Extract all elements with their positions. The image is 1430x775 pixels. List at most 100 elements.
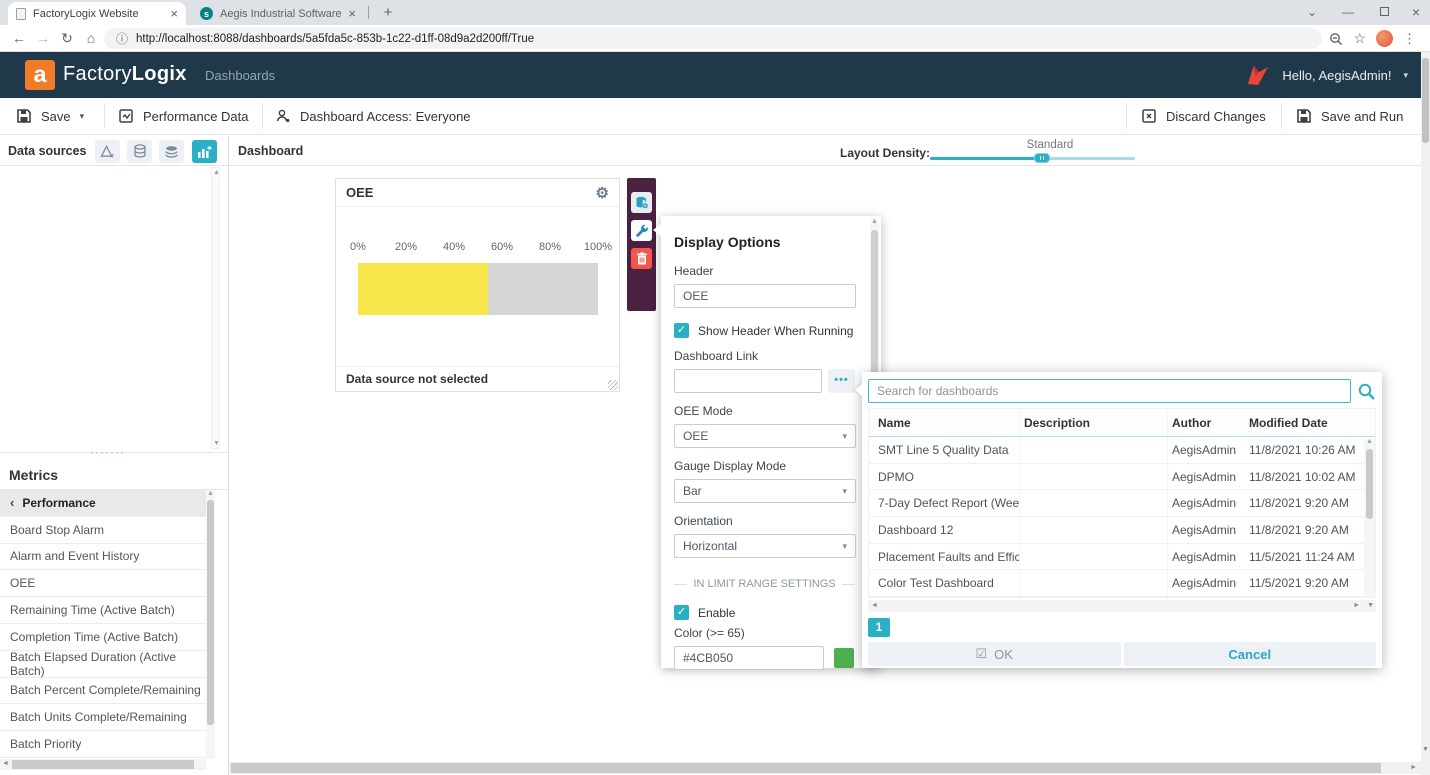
checkbox-checked-icon[interactable]: ✓ <box>674 323 689 338</box>
orientation-select[interactable]: Horizontal ▾ <box>674 534 856 558</box>
color-swatch[interactable] <box>834 648 854 668</box>
metric-item[interactable]: Batch Elapsed Duration (Active Batch) <box>0 651 206 678</box>
display-options-button[interactable] <box>631 220 652 241</box>
discard-changes-button[interactable]: Discard Changes <box>1141 98 1266 134</box>
scroll-thumb[interactable] <box>1422 58 1429 143</box>
metric-item[interactable]: Remaining Time (Active Batch) <box>0 597 206 624</box>
search-icon[interactable] <box>1357 382 1376 401</box>
browser-menu-icon[interactable]: ⋮ <box>1403 31 1416 47</box>
page-vertical-scrollbar[interactable]: ▼ <box>1421 52 1430 775</box>
scroll-thumb[interactable] <box>207 500 214 725</box>
metric-item[interactable]: Completion Time (Active Batch) <box>0 624 206 651</box>
table-row[interactable]: 7-Day Defect Report (Week en AegisAdmin … <box>869 490 1375 517</box>
scroll-right-icon[interactable]: ► <box>1410 764 1417 771</box>
scroll-left-icon[interactable]: ◄ <box>2 760 9 767</box>
forward-icon[interactable]: → <box>32 28 54 50</box>
page-horizontal-scrollbar[interactable]: ► <box>229 762 1421 774</box>
scroll-up-icon[interactable]: ▲ <box>871 218 878 225</box>
show-header-checkbox-row[interactable]: ✓ Show Header When Running <box>674 323 855 338</box>
metrics-scrollbar[interactable]: ▲ <box>206 490 215 759</box>
table-row[interactable]: SMT Line 5 Quality Data AegisAdmin 11/8/… <box>869 437 1375 464</box>
back-icon[interactable]: ← <box>8 28 30 50</box>
data-source-settings-button[interactable] <box>631 192 652 213</box>
dataset-source-button[interactable] <box>159 140 184 163</box>
window-minimize-button[interactable]: — <box>1330 0 1366 25</box>
scroll-down-icon[interactable]: ▼ <box>1367 602 1374 609</box>
color-input[interactable] <box>674 646 824 670</box>
pagination-page-1[interactable]: 1 <box>868 618 890 637</box>
address-input[interactable]: ⓘ http://localhost:8088/dashboards/5a5fd… <box>104 28 1322 49</box>
column-header-name[interactable]: Name <box>869 416 1019 430</box>
column-header-author[interactable]: Author <box>1167 409 1245 436</box>
dashboard-access-button[interactable]: Dashboard Access: Everyone <box>275 98 471 134</box>
scroll-down-icon[interactable]: ▼ <box>213 440 220 447</box>
save-button[interactable]: Save ▾ <box>16 98 84 134</box>
tab-close-icon[interactable]: × <box>348 6 356 21</box>
scroll-thumb[interactable] <box>12 760 194 769</box>
checkbox-checked-icon[interactable]: ✓ <box>674 605 689 620</box>
table-row[interactable]: Dashboard 12 AegisAdmin 11/8/2021 9:20 A… <box>869 517 1375 544</box>
new-tab-button[interactable]: + <box>378 3 398 23</box>
add-chart-button[interactable] <box>192 140 217 163</box>
sidebar-horizontal-scrollbar[interactable]: ◄ <box>0 759 206 770</box>
table-vertical-scrollbar[interactable]: ▲ <box>1364 439 1375 597</box>
header-input[interactable] <box>674 284 856 308</box>
oee-widget[interactable]: OEE ⚙ 0% 20% 40% 60% 80% 100% Data sourc… <box>335 178 620 392</box>
scroll-thumb[interactable] <box>231 763 1381 773</box>
scroll-down-icon[interactable]: ▼ <box>1422 746 1429 753</box>
scroll-up-icon[interactable]: ▲ <box>207 490 214 497</box>
home-icon[interactable]: ⌂ <box>80 28 102 50</box>
scroll-left-icon[interactable]: ◄ <box>871 602 878 609</box>
tab-aegis-sharepoint[interactable]: s Aegis Industrial Software Team S × <box>192 2 364 25</box>
scroll-up-icon[interactable]: ▲ <box>213 169 220 176</box>
dashboard-search-input[interactable] <box>868 379 1351 403</box>
oee-mode-select[interactable]: OEE ▾ <box>674 424 856 448</box>
performance-data-button[interactable]: Performance Data <box>118 98 249 134</box>
table-row[interactable]: Color Test Dashboard AegisAdmin 11/5/202… <box>869 570 1375 597</box>
database-source-button[interactable] <box>127 140 152 163</box>
user-greeting[interactable]: Hello, AegisAdmin! <box>1282 68 1391 83</box>
browse-dashboards-button[interactable]: ••• <box>828 369 855 393</box>
metric-item[interactable]: OEE <box>0 570 206 597</box>
widget-resize-handle[interactable] <box>608 380 618 390</box>
table-row[interactable]: Placement Faults and Efficien AegisAdmin… <box>869 544 1375 571</box>
window-dropdown-icon[interactable]: ⌄ <box>1294 0 1330 25</box>
tab-separator <box>368 6 369 19</box>
metrics-category-performance[interactable]: ‹Performance <box>0 490 206 517</box>
cancel-button[interactable]: Cancel <box>1124 642 1377 666</box>
dashboard-link-input[interactable] <box>674 369 822 393</box>
bookmark-star-icon[interactable]: ☆ <box>1353 30 1366 47</box>
save-and-run-button[interactable]: Save and Run <box>1296 98 1403 134</box>
data-sources-scrollbar[interactable]: ▲▼ <box>211 167 220 449</box>
tab-close-icon[interactable]: × <box>170 6 178 21</box>
table-horizontal-scrollbar[interactable]: ◄ ► ▼ <box>868 600 1376 612</box>
zoom-out-icon[interactable] <box>1329 32 1343 46</box>
scroll-thumb[interactable] <box>1366 449 1373 519</box>
metric-item[interactable]: Alarm and Event History <box>0 544 206 571</box>
nav-dashboards[interactable]: Dashboards <box>205 68 275 83</box>
metric-item[interactable]: Board Stop Alarm <box>0 517 206 544</box>
column-header-modified[interactable]: Modified Date <box>1245 416 1365 430</box>
metric-item[interactable]: Batch Priority <box>0 731 206 758</box>
metric-item[interactable]: Batch Units Complete/Remaining <box>0 704 206 731</box>
alarm-source-button[interactable] <box>95 140 120 163</box>
widget-gear-icon[interactable]: ⚙ <box>596 184 609 202</box>
window-close-button[interactable]: × <box>1398 0 1430 25</box>
enable-checkbox-row[interactable]: ✓ Enable <box>674 605 855 620</box>
sidebar-splitter-handle[interactable] <box>0 452 228 461</box>
window-restore-button[interactable] <box>1366 0 1402 25</box>
gauge-display-mode-select[interactable]: Bar ▾ <box>674 479 856 503</box>
column-header-description[interactable]: Description <box>1019 409 1167 436</box>
delete-widget-button[interactable] <box>631 248 652 269</box>
site-info-icon[interactable]: ⓘ <box>116 30 128 47</box>
ok-button[interactable]: ☑ OK <box>868 642 1121 666</box>
table-row[interactable]: DPMO AegisAdmin 11/8/2021 10:02 AM <box>869 464 1375 491</box>
metric-item[interactable]: Batch Percent Complete/Remaining <box>0 678 206 705</box>
profile-avatar[interactable] <box>1376 30 1393 47</box>
tab-factorylogix[interactable]: FactoryLogix Website × <box>8 2 186 25</box>
layout-density-slider-handle[interactable] <box>1034 153 1050 163</box>
user-menu-caret-icon[interactable]: ▾ <box>1403 70 1408 81</box>
scroll-up-icon[interactable]: ▲ <box>1366 438 1373 445</box>
refresh-icon[interactable]: ↻ <box>56 28 78 50</box>
scroll-right-icon[interactable]: ► <box>1353 602 1360 609</box>
